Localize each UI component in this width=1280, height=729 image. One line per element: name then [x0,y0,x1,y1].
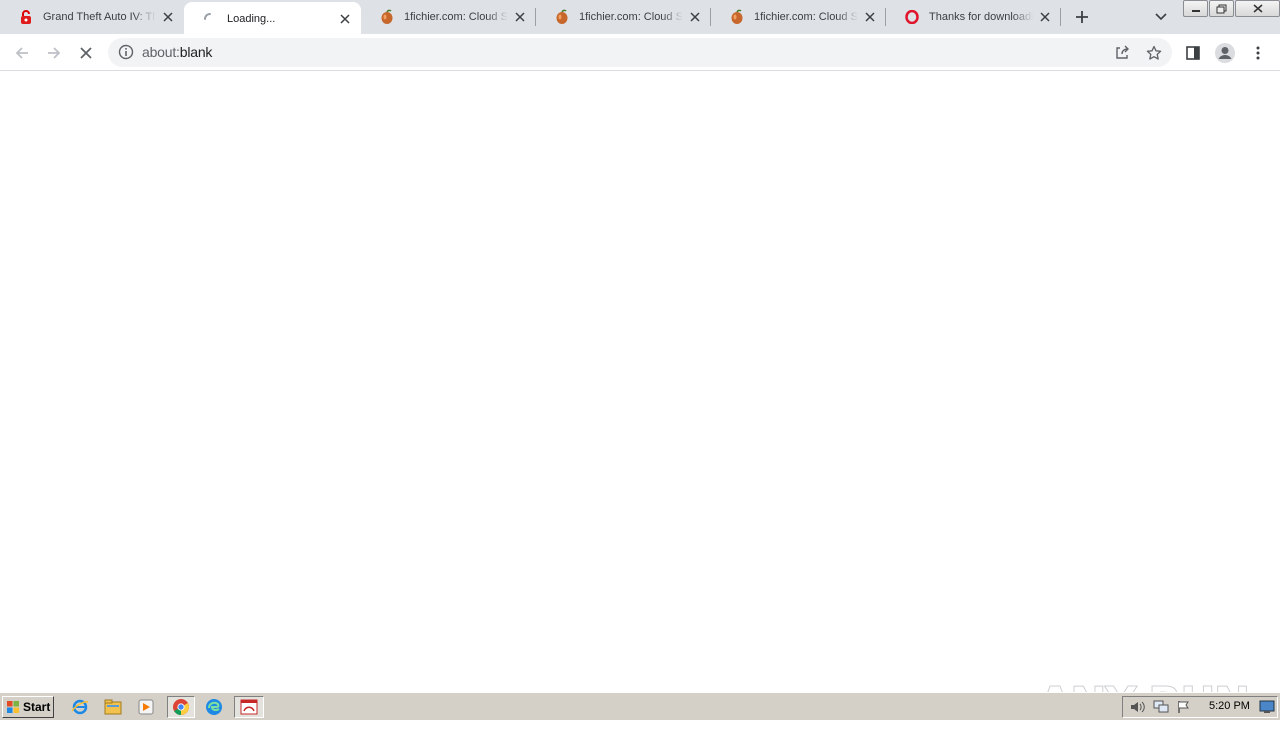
1fichier-icon [379,9,395,25]
browser-toolbar: about:blank [0,34,1280,71]
new-tab-button[interactable] [1072,7,1092,27]
windows-flag-icon [7,701,19,713]
tab-1fichier-3[interactable]: 1fichier.com: Cloud Storage [711,0,886,34]
kebab-menu-icon [1256,46,1260,60]
system-tray: 5:20 PM [1122,696,1278,718]
close-tab-icon[interactable] [512,9,528,25]
close-tab-icon[interactable] [687,9,703,25]
loading-spinner-icon [202,11,218,27]
menu-button[interactable] [1245,40,1271,66]
profile-button[interactable] [1212,40,1238,66]
app-window-icon [240,699,258,715]
tab-loading[interactable]: Loading... [184,2,361,36]
tab-opera[interactable]: Thanks for downloading [886,0,1061,34]
forward-button[interactable] [41,40,67,66]
window-controls [1183,0,1280,18]
edge-icon[interactable] [202,696,226,718]
close-window-button[interactable] [1235,0,1280,17]
clock: 5:20 PM [1209,700,1250,712]
media-player-icon[interactable] [134,696,158,718]
tab-gta[interactable]: Grand Theft Auto IV: The Complete Editio… [0,0,184,34]
tab-1fichier-2[interactable]: 1fichier.com: Cloud Storage [536,0,711,34]
red-lock-icon [18,9,34,25]
info-icon[interactable] [118,44,134,60]
tab-separator [1060,8,1061,26]
back-button[interactable] [9,40,35,66]
taskbar: Start 5:20 PM [0,692,1280,720]
chrome-taskbar-button[interactable] [167,696,195,718]
arrow-right-icon [48,47,61,59]
flag-icon[interactable] [1177,700,1191,719]
minimize-button[interactable] [1183,0,1208,17]
stop-loading-button[interactable] [73,40,99,66]
close-icon [80,47,92,59]
restore-icon [1216,4,1227,13]
url-rest: blank [179,44,213,60]
tab-search-button[interactable] [1152,8,1170,26]
chevron-down-icon [1155,13,1167,21]
tab-title: Grand Theft Auto IV: The Complete Editio… [43,11,156,23]
tab-title: 1fichier.com: Cloud Storage [754,11,858,23]
tab-title: 1fichier.com: Cloud Storage [404,11,508,23]
side-panel-icon [1186,46,1200,60]
address-url: about:blank [142,44,212,60]
internet-explorer-icon[interactable] [68,696,92,718]
restore-button[interactable] [1209,0,1234,17]
side-panel-button[interactable] [1180,40,1206,66]
app-taskbar-button[interactable] [234,696,264,718]
start-label: Start [23,700,51,714]
file-explorer-icon[interactable] [101,696,125,718]
close-tab-icon[interactable] [337,11,353,27]
arrow-left-icon [15,47,28,59]
minimize-icon [1191,9,1200,12]
tab-title: Loading... [227,13,276,25]
tab-title: 1fichier.com: Cloud Storage [579,11,683,23]
1fichier-icon [729,9,745,25]
close-tab-icon[interactable] [1037,9,1053,25]
url-scheme: about: [142,44,180,60]
share-icon[interactable] [1113,44,1131,62]
close-icon [1253,4,1262,13]
address-bar[interactable]: about:blank [108,38,1172,67]
tab-1fichier-1[interactable]: 1fichier.com: Cloud Storage [361,0,536,34]
close-tab-icon[interactable] [160,9,176,25]
page-content: ANY RUN [0,72,1280,729]
avatar-icon [1215,43,1235,63]
start-button[interactable]: Start [2,696,54,718]
opera-icon [904,9,920,25]
close-tab-icon[interactable] [862,9,878,25]
star-icon[interactable] [1145,44,1163,62]
plus-icon [1076,11,1088,23]
volume-icon[interactable] [1129,700,1145,719]
tab-strip: Grand Theft Auto IV: The Complete Editio… [0,0,1280,36]
show-desktop-icon[interactable] [1259,700,1275,719]
network-icon[interactable] [1153,700,1169,719]
tab-title: Thanks for downloading [929,11,1033,23]
1fichier-icon [554,9,570,25]
chrome-icon [173,699,189,715]
